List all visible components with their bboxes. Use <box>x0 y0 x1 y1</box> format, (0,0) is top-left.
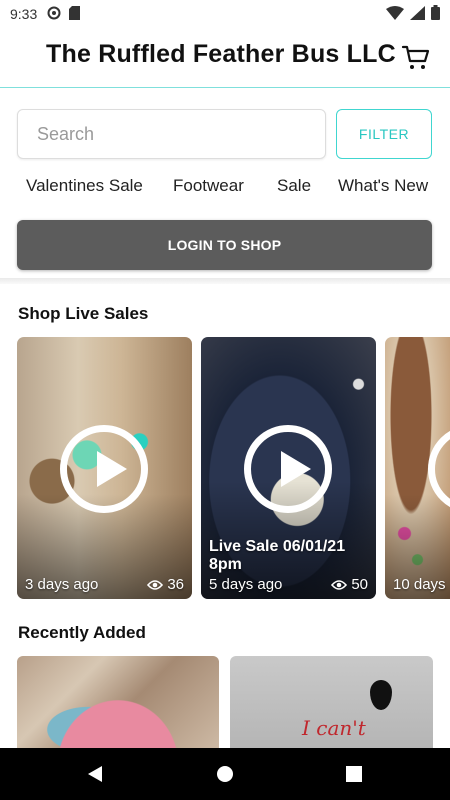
home-icon[interactable] <box>216 764 234 784</box>
data-saver-icon <box>47 6 61 23</box>
system-nav-bar <box>0 748 450 800</box>
product-card[interactable]: I can't <box>230 656 433 748</box>
shirt-print: I can't <box>302 716 366 740</box>
play-icon <box>60 425 148 513</box>
eye-icon <box>331 579 348 590</box>
live-sale-time: 5 days ago <box>209 576 283 593</box>
live-sale-views: 36 <box>147 576 184 593</box>
live-sale-card[interactable]: Live Sale 06/01/21 8pm 5 days ago 50 <box>201 337 376 599</box>
filter-button[interactable]: FILTER <box>336 109 432 159</box>
login-to-shop-button[interactable]: LOGIN TO SHOP <box>17 220 432 270</box>
battery-icon <box>431 5 440 23</box>
category-sale[interactable]: Sale <box>277 176 311 196</box>
category-valentines-sale[interactable]: Valentines Sale <box>26 176 143 196</box>
product-image <box>17 656 219 748</box>
live-sale-card[interactable]: 3 days ago 36 <box>17 337 192 599</box>
live-sale-time: 3 days ago <box>25 576 99 593</box>
search-input[interactable] <box>37 123 306 145</box>
category-whats-new[interactable]: What's New <box>338 176 428 196</box>
live-sale-time: 10 days <box>393 576 446 593</box>
category-footwear[interactable]: Footwear <box>173 176 244 196</box>
section-divider <box>0 278 450 284</box>
product-card[interactable] <box>17 656 219 748</box>
view-count: 36 <box>167 576 184 593</box>
sd-card-icon <box>69 5 81 23</box>
live-sales-heading: Shop Live Sales <box>18 304 149 323</box>
wifi-icon <box>386 5 404 23</box>
cart-icon <box>401 45 430 69</box>
status-bar: 9:33 <box>0 0 450 28</box>
live-sale-title: Live Sale 06/01/21 8pm <box>209 538 346 573</box>
live-sale-views: 50 <box>331 576 368 593</box>
view-count: 50 <box>351 576 368 593</box>
play-icon <box>244 425 332 513</box>
search-field[interactable] <box>17 109 326 159</box>
signal-icon <box>410 5 425 23</box>
store-title: The Ruffled Feather Bus LLC <box>46 40 396 68</box>
cart-button[interactable] <box>401 42 431 72</box>
status-time: 9:33 <box>10 6 38 22</box>
eye-icon <box>147 579 164 590</box>
category-row: Valentines Sale Footwear Sale What's New <box>0 176 450 202</box>
app-header: The Ruffled Feather Bus LLC <box>0 28 450 88</box>
back-icon[interactable] <box>86 764 104 784</box>
recently-added-heading: Recently Added <box>18 623 146 642</box>
recents-icon[interactable] <box>345 764 363 784</box>
live-sale-card[interactable]: 10 days <box>385 337 450 599</box>
